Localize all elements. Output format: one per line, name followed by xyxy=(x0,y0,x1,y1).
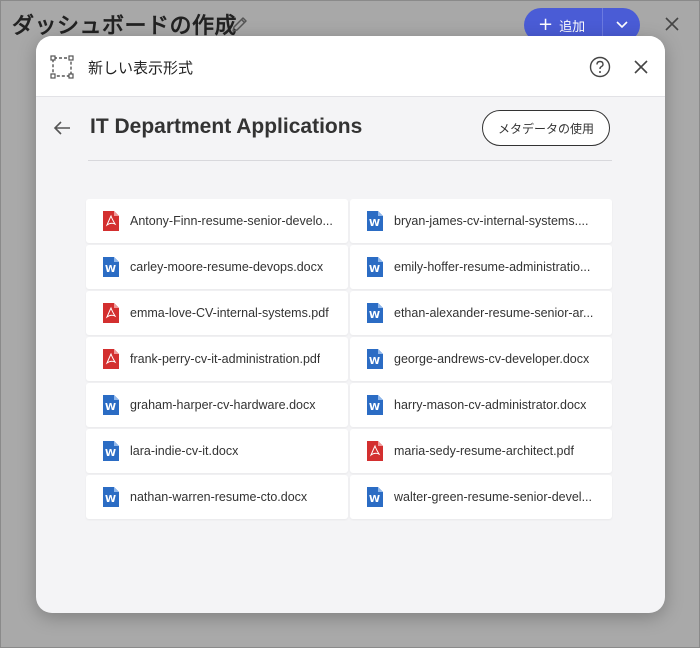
word-file-icon: W xyxy=(102,440,120,462)
word-file-icon: W xyxy=(366,302,384,324)
plus-icon: + xyxy=(538,14,554,35)
file-item[interactable]: Wbryan-james-cv-internal-systems.... xyxy=(350,199,612,243)
file-item[interactable]: Wgeorge-andrews-cv-developer.docx xyxy=(350,337,612,381)
word-file-icon: W xyxy=(366,394,384,416)
divider xyxy=(88,160,612,161)
svg-text:W: W xyxy=(369,218,380,229)
file-item[interactable]: Wethan-alexander-resume-senior-ar... xyxy=(350,291,612,335)
file-name: george-andrews-cv-developer.docx xyxy=(394,352,590,366)
file-item[interactable]: Wemily-hoffer-resume-administratio... xyxy=(350,245,612,289)
file-item[interactable]: Wnathan-warren-resume-cto.docx xyxy=(86,475,348,519)
svg-text:W: W xyxy=(105,494,116,505)
svg-text:W: W xyxy=(105,264,116,275)
file-item[interactable]: Wcarley-moore-resume-devops.docx xyxy=(86,245,348,289)
file-name: maria-sedy-resume-architect.pdf xyxy=(394,444,574,458)
dialog-header: 新しい表示形式 xyxy=(36,36,665,97)
file-item[interactable]: Wlara-indie-cv-it.docx xyxy=(86,429,348,473)
pdf-file-icon xyxy=(102,210,120,232)
word-file-icon: W xyxy=(366,210,384,232)
file-name: carley-moore-resume-devops.docx xyxy=(130,260,324,274)
svg-text:W: W xyxy=(369,264,380,275)
folder-title: IT Department Applications xyxy=(90,115,363,138)
file-name: emily-hoffer-resume-administratio... xyxy=(394,260,591,274)
file-name: bryan-james-cv-internal-systems.... xyxy=(394,214,589,228)
file-item[interactable]: Wharry-mason-cv-administrator.docx xyxy=(350,383,612,427)
file-name: graham-harper-cv-hardware.docx xyxy=(130,398,316,412)
svg-text:W: W xyxy=(105,448,116,459)
file-item[interactable]: Antony-Finn-resume-senior-develo... xyxy=(86,199,348,243)
svg-text:W: W xyxy=(369,494,380,505)
new-visualization-dialog: 新しい表示形式 IT Department Applications メタデータ… xyxy=(36,36,665,613)
file-item[interactable]: Wwalter-green-resume-senior-devel... xyxy=(350,475,612,519)
svg-text:W: W xyxy=(105,402,116,413)
svg-text:W: W xyxy=(369,356,380,367)
file-name: nathan-warren-resume-cto.docx xyxy=(130,490,308,504)
add-button-label: 追加 xyxy=(559,19,586,35)
file-item[interactable]: frank-perry-cv-it-administration.pdf xyxy=(86,337,348,381)
svg-text:W: W xyxy=(369,310,380,321)
dialog-title: 新しい表示形式 xyxy=(88,59,194,77)
word-file-icon: W xyxy=(102,394,120,416)
pdf-file-icon xyxy=(102,348,120,370)
chevron-down-icon xyxy=(615,21,628,29)
word-file-icon: W xyxy=(366,348,384,370)
file-name: emma-love-CV-internal-systems.pdf xyxy=(130,306,329,320)
word-file-icon: W xyxy=(366,256,384,278)
file-name: walter-green-resume-senior-devel... xyxy=(394,490,592,504)
file-name: lara-indie-cv-it.docx xyxy=(130,444,239,458)
word-file-icon: W xyxy=(102,486,120,508)
pencil-icon[interactable] xyxy=(230,14,250,34)
file-name: frank-perry-cv-it-administration.pdf xyxy=(130,352,321,366)
file-item[interactable]: emma-love-CV-internal-systems.pdf xyxy=(86,291,348,335)
word-file-icon: W xyxy=(102,256,120,278)
word-file-icon: W xyxy=(366,486,384,508)
close-icon[interactable] xyxy=(662,14,682,34)
file-list: Antony-Finn-resume-senior-develo... Wbrya… xyxy=(86,199,612,519)
pdf-file-icon xyxy=(366,440,384,462)
file-name: Antony-Finn-resume-senior-develo... xyxy=(130,214,333,228)
help-icon[interactable] xyxy=(589,56,611,78)
back-arrow-icon[interactable] xyxy=(52,118,72,138)
file-name: ethan-alexander-resume-senior-ar... xyxy=(394,306,594,320)
svg-text:W: W xyxy=(369,402,380,413)
pdf-file-icon xyxy=(102,302,120,324)
add-dropdown-button[interactable] xyxy=(603,21,640,29)
file-name: harry-mason-cv-administrator.docx xyxy=(394,398,587,412)
close-icon[interactable] xyxy=(631,57,651,77)
visualization-icon xyxy=(50,55,74,79)
use-metadata-button[interactable]: メタデータの使用 xyxy=(482,110,610,146)
file-item[interactable]: Wgraham-harper-cv-hardware.docx xyxy=(86,383,348,427)
file-item[interactable]: maria-sedy-resume-architect.pdf xyxy=(350,429,612,473)
